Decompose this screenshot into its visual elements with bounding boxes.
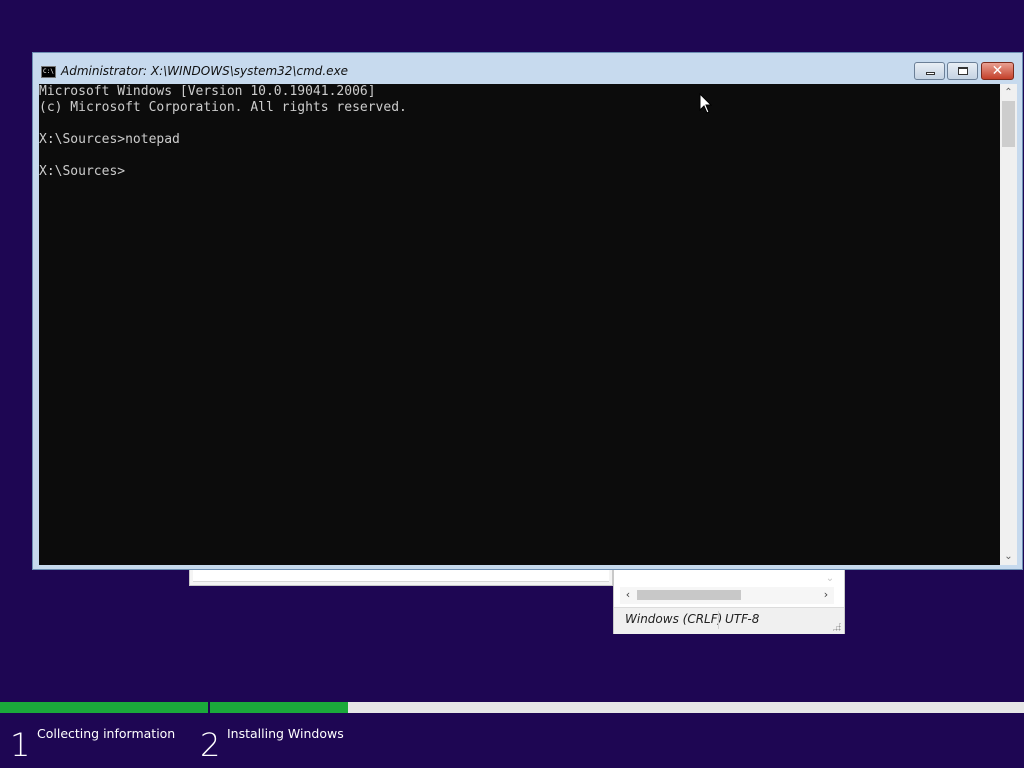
console-output: Microsoft Windows [Version 10.0.19041.20…: [39, 84, 407, 180]
command-prompt[interactable]: X:\Sources>: [39, 164, 407, 180]
step-label: Installing Windows: [227, 726, 344, 741]
console-line: X:\Sources>notepad: [39, 132, 180, 147]
console-line: (c) Microsoft Corporation. All rights re…: [39, 100, 407, 115]
mouse-pointer-icon: [699, 93, 713, 114]
step-number: 2: [200, 726, 221, 764]
step-number: 1: [10, 726, 31, 764]
cmd-vertical-scrollbar[interactable]: ⌃ ⌄: [1000, 84, 1017, 565]
notepad-text-area[interactable]: [193, 569, 609, 582]
minimize-icon: [926, 72, 935, 75]
scroll-left-icon[interactable]: ‹: [622, 589, 634, 601]
scroll-up-icon[interactable]: ⌃: [1000, 84, 1017, 101]
setup-progress-bar: [0, 702, 1024, 713]
console-line: Microsoft Windows [Version 10.0.19041.20…: [39, 84, 376, 99]
console-area[interactable]: Microsoft Windows [Version 10.0.19041.20…: [39, 84, 1000, 565]
resize-grip-icon[interactable]: [832, 622, 841, 631]
cmd-title-bar[interactable]: C:\ Administrator: X:\WINDOWS\system32\c…: [33, 53, 1022, 84]
cmd-window: C:\ Administrator: X:\WINDOWS\system32\c…: [32, 52, 1023, 570]
cmd-scrollbar-thumb[interactable]: [1002, 101, 1015, 147]
maximize-button[interactable]: [947, 62, 978, 80]
notepad-window: ⌄ ‹ › Windows (CRLF) UTF-8: [613, 566, 845, 634]
console-icon[interactable]: C:\: [41, 66, 56, 78]
notepad-horizontal-scrollbar[interactable]: ‹ ›: [620, 587, 834, 604]
scroll-right-icon[interactable]: ›: [820, 589, 832, 601]
encoding-status: UTF-8: [725, 612, 760, 626]
step-label: Collecting information: [37, 726, 176, 741]
step-2-progress-fill: [210, 702, 349, 713]
desktop: ⌄ ‹ › Windows (CRLF) UTF-8 C:\ Administr…: [0, 0, 1024, 768]
step-2-progress: [210, 702, 1024, 713]
maximize-icon: [958, 67, 968, 75]
scroll-down-icon[interactable]: ⌄: [1000, 548, 1017, 565]
notepad-scroll-down-icon[interactable]: ⌄: [824, 573, 836, 585]
close-icon: ✕: [991, 63, 1004, 79]
window-title: Administrator: X:\WINDOWS\system32\cmd.e…: [61, 64, 349, 78]
step-1-progress: [0, 702, 208, 713]
close-button[interactable]: ✕: [981, 62, 1014, 80]
notepad-status-bar: Windows (CRLF) UTF-8: [614, 607, 844, 634]
minimize-button[interactable]: [914, 62, 945, 80]
status-separator: [718, 611, 719, 629]
line-ending-status: Windows (CRLF): [625, 612, 723, 626]
notepad-scrollbar-thumb[interactable]: [637, 590, 741, 600]
step-1-progress-fill: [0, 702, 208, 713]
